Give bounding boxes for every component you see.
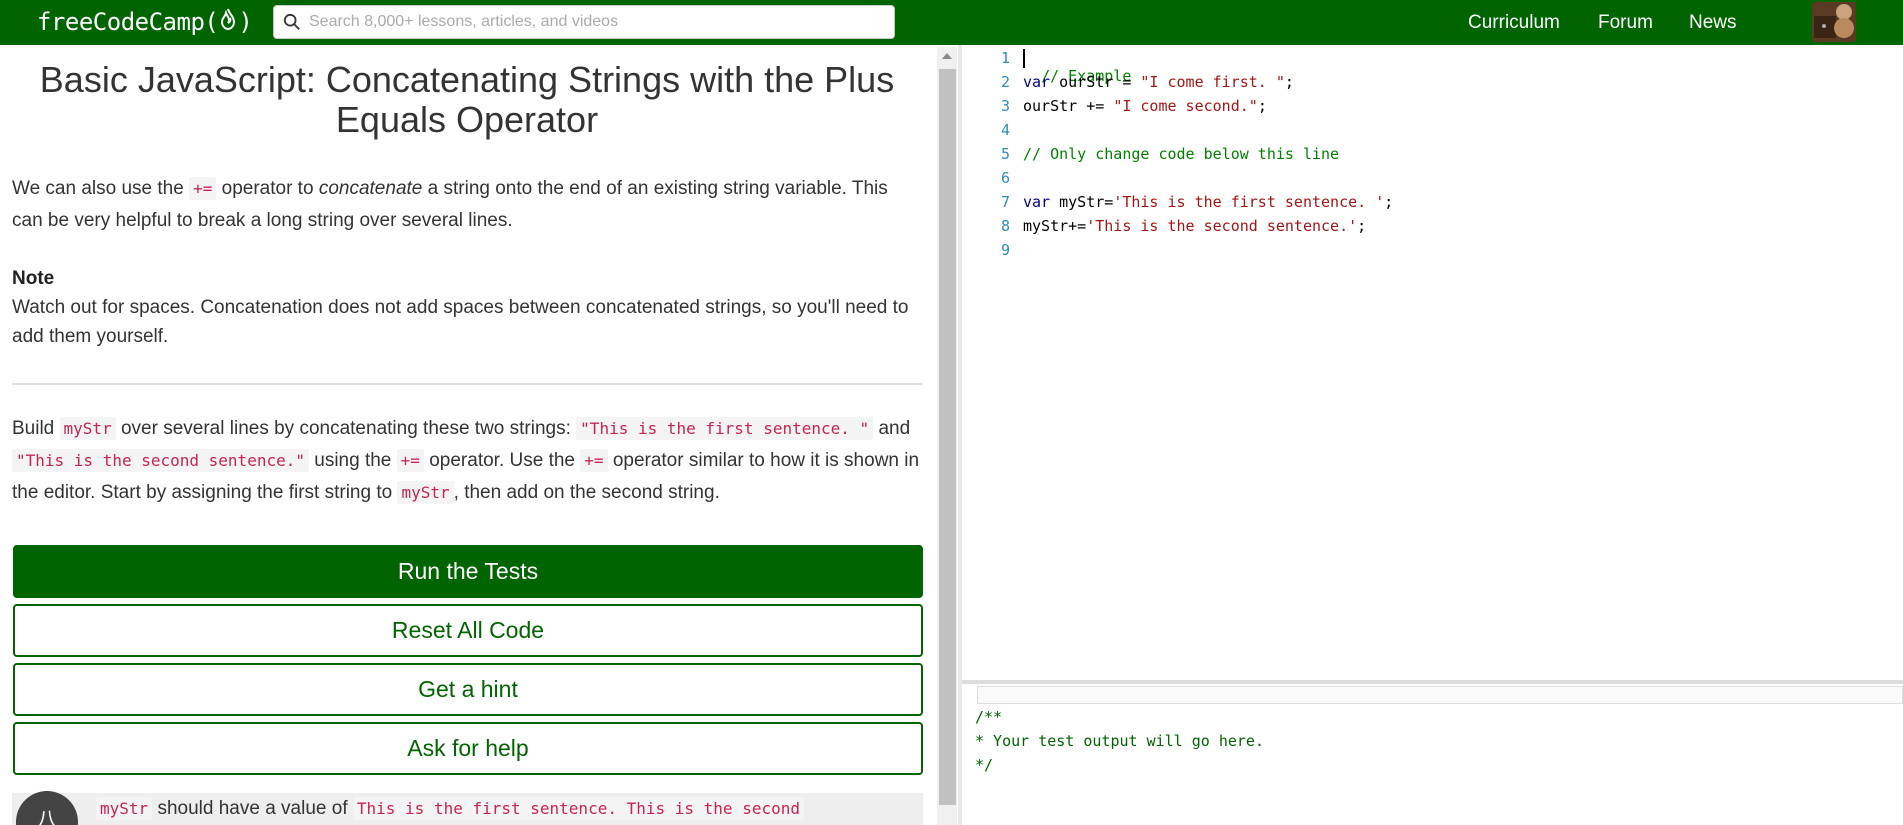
line-number: 9 — [1000, 241, 1010, 259]
intro-paragraph: We can also use the += operator to conca… — [12, 173, 922, 237]
inline-code: This is the first sentence. This is the … — [352, 797, 804, 820]
freecodecamp-logo[interactable]: freeCodeCamp( ) — [37, 6, 253, 38]
intro-text-2: operator to — [221, 178, 314, 199]
line-number: 2 — [1000, 73, 1010, 91]
inline-code: += — [189, 177, 217, 200]
code-string: "I come first. " — [1140, 73, 1285, 91]
code-string: "I come second." — [1113, 97, 1258, 115]
search-icon — [283, 13, 300, 30]
code-line-8[interactable]: myStr+='This is the second sentence.'; — [1023, 217, 1366, 235]
note-heading: Note — [12, 268, 55, 289]
search-bar — [273, 5, 895, 39]
instructions-scrollbar[interactable] — [937, 47, 957, 825]
code-text: ; — [1257, 97, 1267, 115]
user-avatar[interactable] — [1812, 2, 1856, 42]
search-input[interactable] — [307, 12, 894, 32]
code-line-7[interactable]: var myStr='This is the first sentence. '… — [1023, 193, 1393, 211]
output-line: */ — [975, 756, 994, 774]
inline-code: myStr — [397, 481, 454, 504]
line-number: 4 — [1000, 121, 1010, 139]
inline-code: += — [396, 449, 424, 472]
nav-link-forum[interactable]: Forum — [1598, 12, 1653, 34]
inline-code: myStr — [59, 417, 116, 440]
code-text: ; — [1284, 73, 1294, 91]
nav-link-curriculum[interactable]: Curriculum — [1468, 12, 1560, 34]
line-number: 7 — [1000, 193, 1010, 211]
instructions-pane: Basic JavaScript: Concatenating Strings … — [0, 45, 936, 825]
editor-output-splitter[interactable] — [962, 680, 1903, 684]
divider — [12, 383, 922, 385]
inline-code: "This is the second sentence." — [12, 449, 309, 472]
code-string: 'This is the first sentence. ' — [1113, 193, 1385, 211]
nav-link-news[interactable]: News — [1689, 12, 1737, 34]
page-title: Basic JavaScript: Concatenating Strings … — [39, 59, 895, 140]
flame-icon — [220, 6, 236, 38]
code-line-5[interactable]: // Only change code below this line — [1023, 145, 1339, 163]
intro-emphasis: concatenate — [318, 178, 423, 199]
task-text: operator. Use the — [429, 450, 575, 471]
inline-code: myStr — [96, 797, 153, 820]
output-line: /** — [975, 708, 1003, 726]
logo-text-left: freeCodeCamp( — [37, 8, 219, 36]
note-text: Watch out for spaces. Concatenation does… — [12, 297, 909, 347]
top-navbar: freeCodeCamp( ) Curriculum Forum News — [0, 0, 1903, 45]
task-text: Build — [12, 418, 55, 439]
task-text: using the — [314, 450, 392, 471]
code-line-2[interactable]: var ourStr = "I come first. "; — [1023, 73, 1294, 91]
output-line: * Your test output will go here. — [975, 732, 1264, 750]
code-text: ; — [1384, 193, 1394, 211]
task-text: and — [878, 418, 911, 439]
line-number: 3 — [1000, 97, 1010, 115]
line-number: 5 — [1000, 145, 1010, 163]
inline-code: "This is the first sentence. " — [576, 417, 874, 440]
logo-text-right: ) — [238, 8, 253, 36]
run-tests-button[interactable]: Run the Tests — [13, 545, 923, 598]
code-string: 'This is the second sentence.' — [1086, 217, 1358, 235]
code-editor[interactable] — [962, 45, 1903, 682]
task-text: over several lines by concatenating thes… — [120, 418, 571, 439]
get-hint-button[interactable]: Get a hint — [13, 663, 923, 716]
intro-text-1: We can also use the — [12, 178, 184, 199]
scrollbar-thumb[interactable] — [939, 69, 956, 805]
task-paragraph: Build myStr over several lines by concat… — [12, 413, 922, 509]
code-keyword: var — [1023, 73, 1051, 91]
line-number: 1 — [1000, 49, 1010, 67]
code-text: myStr+= — [1023, 217, 1087, 235]
code-comment: // Only change code below this line — [1023, 145, 1340, 163]
inline-code: += — [580, 449, 608, 472]
code-line-3[interactable]: ourStr += "I come second."; — [1023, 97, 1267, 115]
test-description: myStr should have a value of This is the… — [96, 797, 804, 821]
output-horizontal-scrollbar[interactable] — [977, 686, 1903, 704]
code-text: ourStr = — [1050, 73, 1141, 91]
code-keyword: var — [1023, 193, 1051, 211]
line-number: 8 — [1000, 217, 1010, 235]
test-text: should have a value of — [157, 798, 348, 819]
ask-help-button[interactable]: Ask for help — [13, 722, 923, 775]
code-text: myStr= — [1050, 193, 1114, 211]
reset-code-button[interactable]: Reset All Code — [13, 604, 923, 657]
line-number: 6 — [1000, 169, 1010, 187]
task-text: , then add on the second string. — [453, 482, 720, 503]
code-text: ; — [1357, 217, 1367, 235]
code-text: ourStr += — [1023, 97, 1114, 115]
scroll-up-arrow-icon[interactable] — [942, 53, 952, 59]
